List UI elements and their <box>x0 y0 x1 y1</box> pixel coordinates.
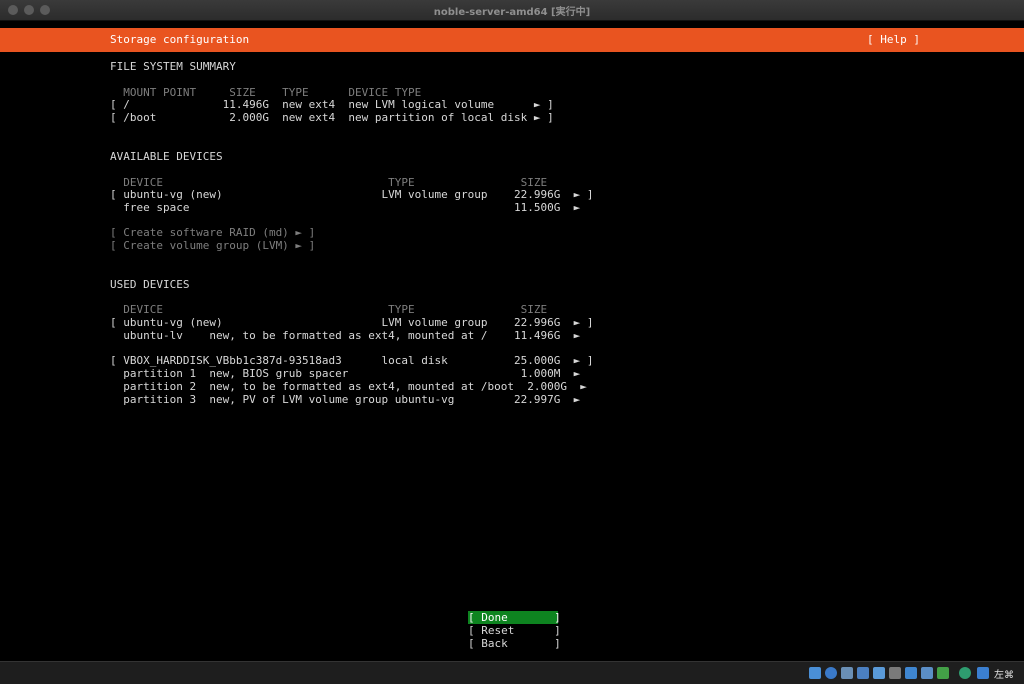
back-button[interactable]: [ Back ] <box>468 637 561 650</box>
used-row-ubuntu-lv[interactable]: ubuntu-lv new, to be formatted as ext4, … <box>110 329 580 342</box>
installer-header: Storage configuration [ Help ] <box>0 28 1024 52</box>
used-row-vbox-disk[interactable]: [ VBOX_HARDDISK_VBbb1c387d-93518ad3 loca… <box>110 354 593 367</box>
window-title: noble-server-amd64 [実行中] <box>433 7 591 18</box>
optical-drive-icon[interactable] <box>825 667 837 679</box>
video-capture-icon[interactable] <box>921 667 933 679</box>
available-heading: AVAILABLE DEVICES <box>110 150 223 163</box>
hard-disk-icon[interactable] <box>809 667 821 679</box>
create-lvm-button[interactable]: [ Create volume group (LVM) ► ] <box>110 239 315 252</box>
used-columns: DEVICE TYPE SIZE <box>110 303 548 316</box>
used-row-partition-1[interactable]: partition 1 new, BIOS grub spacer 1.000M… <box>110 367 580 380</box>
reset-button[interactable]: [ Reset ] <box>468 624 561 637</box>
summary-heading: FILE SYSTEM SUMMARY <box>110 60 236 73</box>
summary-row-root[interactable]: [ / 11.496G new ext4 new LVM logical vol… <box>110 98 554 111</box>
usb-icon[interactable] <box>873 667 885 679</box>
create-raid-button[interactable]: [ Create software RAID (md) ► ] <box>110 226 315 239</box>
used-row-ubuntu-vg[interactable]: [ ubuntu-vg (new) LVM volume group 22.99… <box>110 316 593 329</box>
display-icon[interactable] <box>905 667 917 679</box>
vm-screen: Storage configuration [ Help ] FILE SYST… <box>0 21 1024 661</box>
used-heading: USED DEVICES <box>110 278 190 291</box>
summary-row-boot[interactable]: [ /boot 2.000G new ext4 new partition of… <box>110 111 554 124</box>
available-row-ubuntu-vg[interactable]: [ ubuntu-vg (new) LVM volume group 22.99… <box>110 188 593 201</box>
used-row-partition-3[interactable]: partition 3 new, PV of LVM volume group … <box>110 393 580 406</box>
shared-folders-icon[interactable] <box>889 667 901 679</box>
host-key-label: 左⌘ <box>994 670 1014 681</box>
network-icon[interactable] <box>857 667 869 679</box>
window-titlebar: noble-server-amd64 [実行中] <box>0 0 1024 21</box>
done-button[interactable]: [ Done ] <box>468 611 561 624</box>
page-title: Storage configuration <box>110 33 250 46</box>
help-button[interactable]: [ Help ] <box>867 33 920 46</box>
keyboard-capture-icon[interactable] <box>977 667 989 679</box>
used-row-partition-2[interactable]: partition 2 new, to be formatted as ext4… <box>110 380 587 393</box>
cpu-activity-icon[interactable] <box>937 667 949 679</box>
vm-status-bar: 左⌘ <box>0 661 1024 684</box>
audio-icon[interactable] <box>841 667 853 679</box>
available-row-free-space[interactable]: free space 11.500G ► <box>110 201 580 214</box>
mouse-integration-icon[interactable] <box>959 667 971 679</box>
